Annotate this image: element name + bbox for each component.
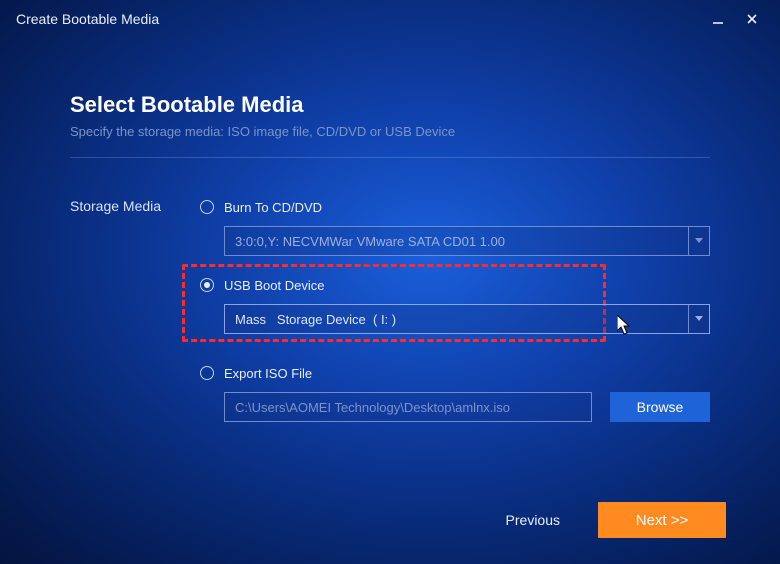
page-subtitle: Specify the storage media: ISO image fil… [70, 124, 710, 139]
chevron-down-icon [688, 227, 709, 255]
radio-cd-label: Burn To CD/DVD [224, 200, 322, 215]
radio-icon [200, 366, 214, 380]
usb-device-select[interactable]: Mass Storage Device ( I: ) [224, 304, 710, 334]
cd-device-select[interactable]: 3:0:0,Y: NECVMWar VMware SATA CD01 1.00 [224, 226, 710, 256]
radio-usb-label: USB Boot Device [224, 278, 324, 293]
window-title: Create Bootable Media [16, 11, 159, 27]
content: Select Bootable Media Specify the storag… [70, 70, 710, 434]
browse-button[interactable]: Browse [610, 392, 710, 422]
radio-iso-label: Export ISO File [224, 366, 312, 381]
radio-icon [200, 200, 214, 214]
option-cd: Burn To CD/DVD 3:0:0,Y: NECVMWar VMware … [200, 196, 710, 256]
previous-label: Previous [506, 512, 560, 528]
storage-media-label: Storage Media [70, 196, 200, 434]
iso-path-input[interactable]: C:\Users\AOMEI Technology\Desktop\amlnx.… [224, 392, 592, 422]
option-iso: Export ISO File C:\Users\AOMEI Technolog… [200, 362, 710, 422]
iso-path-value: C:\Users\AOMEI Technology\Desktop\amlnx.… [235, 400, 510, 415]
next-label: Next >> [636, 512, 689, 529]
page-title: Select Bootable Media [70, 92, 710, 118]
radio-iso[interactable]: Export ISO File [200, 362, 710, 384]
previous-button[interactable]: Previous [496, 506, 570, 534]
fields-column: Burn To CD/DVD 3:0:0,Y: NECVMWar VMware … [200, 196, 710, 434]
next-button[interactable]: Next >> [598, 502, 726, 538]
minimize-button[interactable] [704, 5, 732, 33]
browse-label: Browse [637, 399, 684, 415]
usb-device-value: Mass Storage Device ( I: ) [235, 312, 688, 327]
option-usb: USB Boot Device Mass Storage Device ( I:… [200, 268, 710, 346]
cd-device-value: 3:0:0,Y: NECVMWar VMware SATA CD01 1.00 [235, 234, 688, 249]
titlebar: Create Bootable Media [0, 0, 780, 38]
chevron-down-icon [688, 305, 709, 333]
window: Create Bootable Media Select Bootable Me… [0, 0, 780, 564]
radio-cd[interactable]: Burn To CD/DVD [200, 196, 710, 218]
close-button[interactable] [738, 5, 766, 33]
radio-icon [200, 278, 214, 292]
divider [70, 157, 710, 158]
radio-usb[interactable]: USB Boot Device [200, 274, 710, 296]
footer: Previous Next >> [496, 502, 726, 538]
